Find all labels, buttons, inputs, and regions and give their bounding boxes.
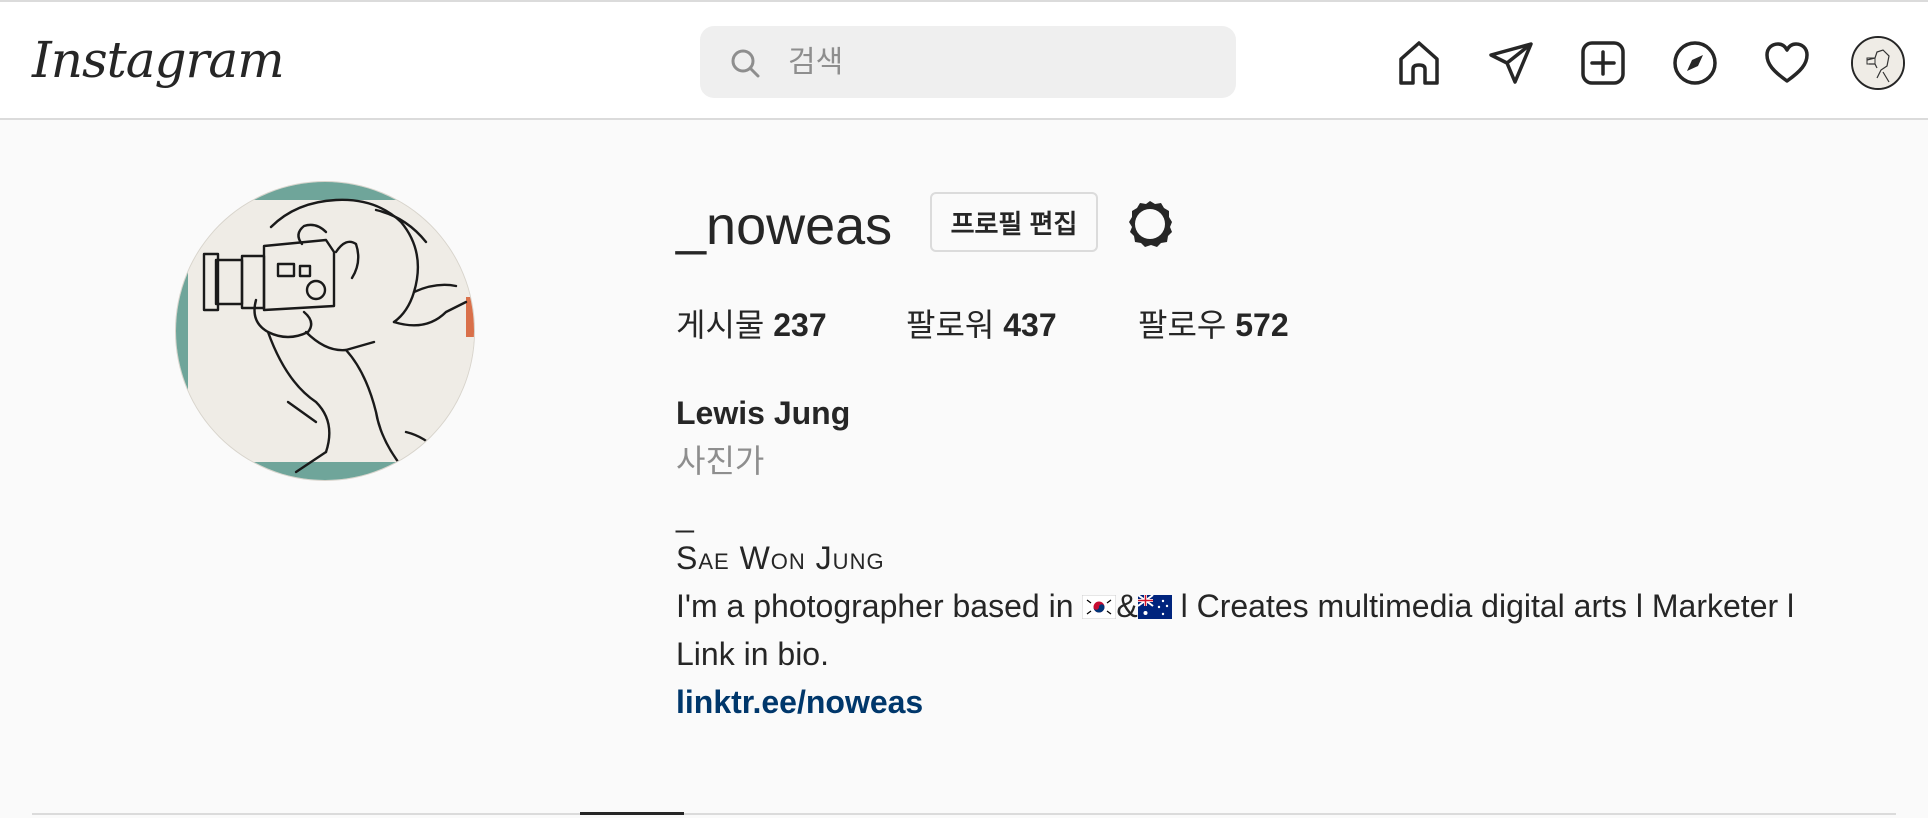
search-input[interactable] [786, 26, 1210, 100]
followers-stat[interactable]: 팔로워 437 [906, 305, 1057, 345]
new-post-icon[interactable] [1579, 39, 1627, 87]
posts-label: 게시물 [676, 307, 765, 343]
active-tab-indicator [580, 812, 684, 815]
settings-gear-icon[interactable] [1124, 198, 1176, 250]
bio-website-link[interactable]: linktr.ee/noweas [676, 682, 923, 722]
profile-username: _noweas [676, 196, 893, 256]
posts-stat: 게시물 237 [676, 305, 827, 345]
explore-icon[interactable] [1671, 39, 1719, 87]
bio-description-line-1: I'm a photographer based in & l Creates … [676, 586, 1794, 626]
followers-label: 팔로워 [906, 307, 995, 343]
profile-category: 사진가 [676, 443, 765, 479]
home-icon[interactable] [1395, 39, 1443, 87]
direct-message-icon[interactable] [1487, 39, 1535, 87]
south-korea-flag-icon [1082, 595, 1117, 619]
following-count: 572 [1235, 307, 1289, 343]
bio-dash: _ [676, 497, 694, 533]
bio-text-part2: l Creates multimedia digital arts l Mark… [1171, 588, 1795, 624]
profile-full-name: Lewis Jung [676, 395, 851, 431]
bio-description-line-2: Link in bio. [676, 636, 829, 672]
top-navigation-bar: Instagram [0, 0, 1928, 120]
search-box[interactable] [700, 26, 1236, 100]
bio-ampersand: & [1116, 588, 1138, 624]
posts-count: 237 [773, 307, 827, 343]
following-label: 팔로우 [1138, 307, 1227, 343]
profile-picture[interactable] [176, 182, 474, 480]
instagram-logo[interactable]: Instagram [32, 30, 285, 90]
edit-profile-button[interactable]: 프로필 편집 [930, 192, 1098, 252]
australia-flag-icon [1137, 595, 1172, 619]
followers-count: 437 [1003, 307, 1057, 343]
search-icon [731, 49, 760, 78]
following-stat[interactable]: 팔로우 572 [1138, 305, 1289, 345]
activity-heart-icon[interactable] [1763, 39, 1811, 87]
bio-name-line: Sae Won Jung [676, 540, 885, 576]
profile-avatar[interactable] [1851, 36, 1905, 90]
tabs-divider [32, 813, 1896, 815]
bio-text-part1: I'm a photographer based in [676, 588, 1083, 624]
